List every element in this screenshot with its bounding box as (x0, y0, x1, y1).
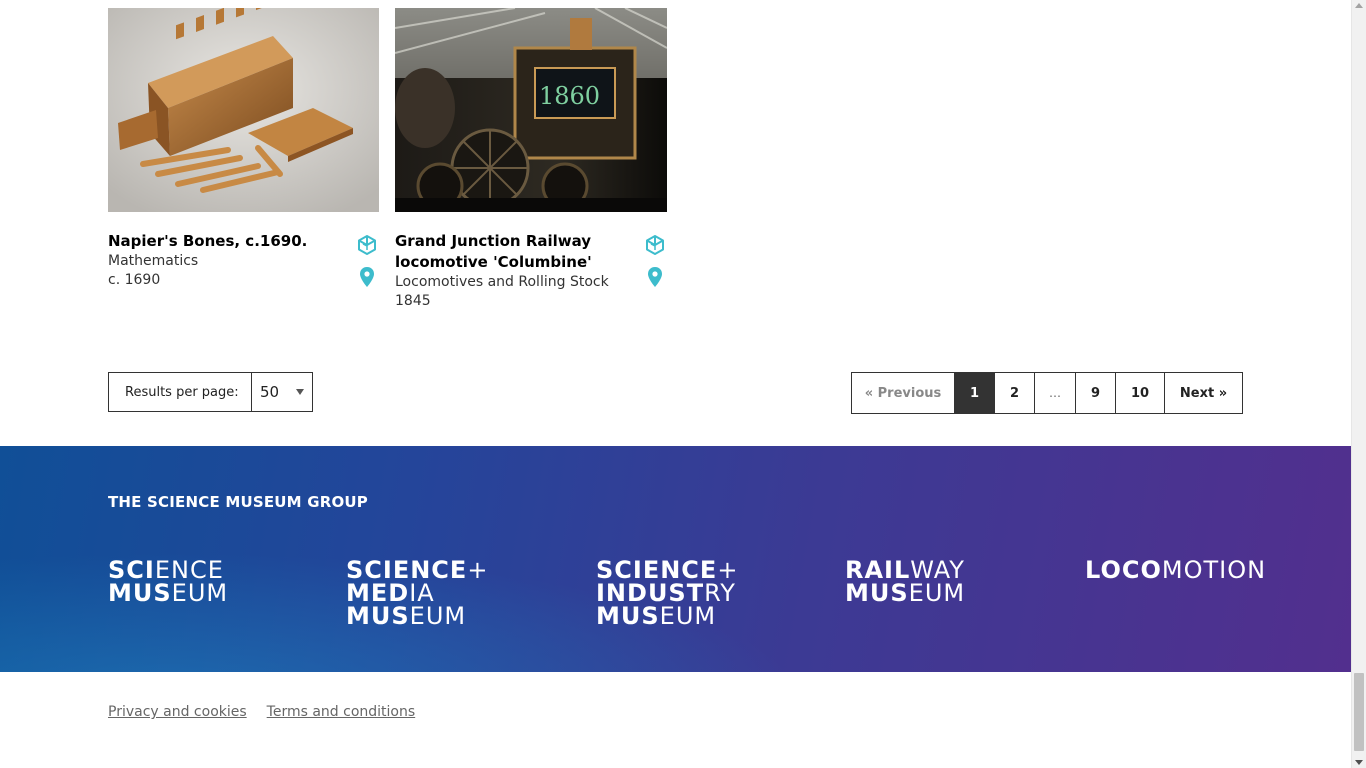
page-1-button[interactable]: 1 (954, 373, 994, 413)
results-per-page-label: Results per page: (109, 373, 252, 411)
card-title[interactable]: Napier's Bones, c.1690. (108, 231, 333, 252)
card-title[interactable]: Grand Junction Railway locomotive 'Colum… (395, 231, 621, 273)
previous-page-button[interactable]: « Previous (852, 373, 954, 413)
3d-cube-icon[interactable] (355, 233, 379, 257)
location-pin-icon[interactable] (643, 265, 667, 289)
pagination: « Previous 1 2 … 9 10 Next » (851, 372, 1243, 414)
page-scrollbar[interactable] (1351, 0, 1366, 768)
results-per-page-select[interactable]: 50 (252, 373, 312, 411)
card-category: Locomotives and Rolling Stock (395, 274, 609, 290)
columbine-locomotive-image[interactable]: 1860 (395, 8, 667, 212)
science-museum-logo[interactable]: SCIENCE MUSEUM (108, 558, 228, 605)
page-10-button[interactable]: 10 (1115, 373, 1164, 413)
scroll-up-arrow-icon[interactable] (1355, 3, 1363, 8)
scroll-down-arrow-icon[interactable] (1355, 760, 1363, 765)
result-card[interactable]: 1860 Grand Junction Railway locomotive '… (395, 8, 667, 311)
card-category: Mathematics (108, 253, 199, 269)
group-title: THE SCIENCE MUSEUM GROUP (108, 493, 368, 511)
locomotion-logo[interactable]: LOCOMOTION (1085, 558, 1266, 582)
card-date: c. 1690 (108, 272, 161, 288)
railway-museum-logo[interactable]: RAILWAY MUSEUM (845, 558, 965, 605)
result-card[interactable]: Napier's Bones, c.1690. Mathematics c. 1… (108, 8, 379, 290)
svg-text:1860: 1860 (539, 82, 600, 110)
location-pin-icon[interactable] (355, 265, 379, 289)
page-ellipsis: … (1034, 373, 1075, 413)
next-page-button[interactable]: Next » (1164, 373, 1242, 413)
page-9-button[interactable]: 9 (1075, 373, 1115, 413)
page-2-button[interactable]: 2 (994, 373, 1034, 413)
card-date: 1845 (395, 293, 431, 309)
privacy-link[interactable]: Privacy and cookies (108, 704, 247, 720)
terms-link[interactable]: Terms and conditions (267, 704, 416, 720)
science-industry-museum-logo[interactable]: SCIENCE+ INDUSTRY MUSEUM (596, 558, 738, 628)
napiers-bones-image[interactable] (108, 8, 379, 212)
legal-links: Privacy and cookies Terms and conditions (108, 704, 415, 720)
science-media-museum-logo[interactable]: SCIENCE+ MEDIA MUSEUM (346, 558, 488, 628)
chevron-down-icon (296, 389, 304, 395)
footer: THE SCIENCE MUSEUM GROUP SCIENCE MUSEUM … (0, 446, 1351, 672)
scrollbar-thumb[interactable] (1354, 673, 1364, 751)
results-per-page: Results per page: 50 (108, 372, 313, 412)
3d-cube-icon[interactable] (643, 233, 667, 257)
results-per-page-value: 50 (260, 383, 280, 401)
